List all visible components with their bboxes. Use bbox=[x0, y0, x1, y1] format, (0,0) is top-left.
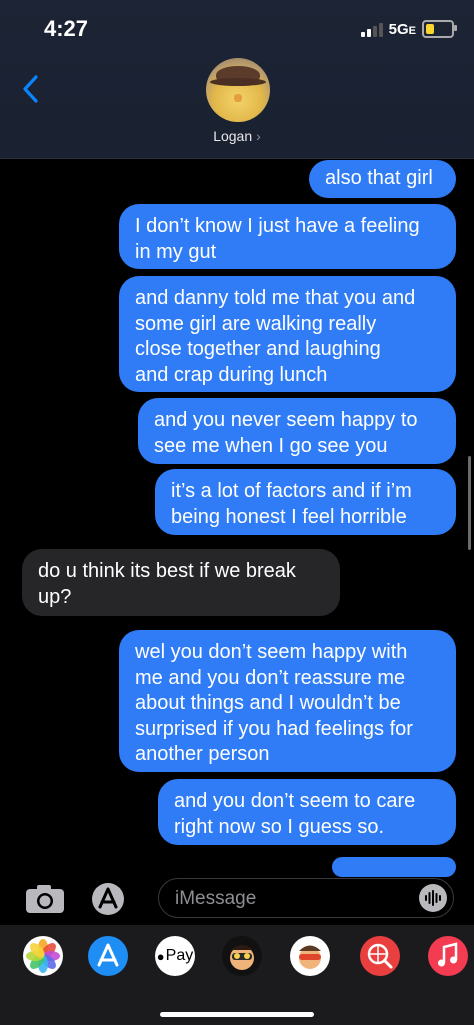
home-indicator[interactable] bbox=[160, 1012, 314, 1017]
contact-name-button[interactable]: Logan › bbox=[0, 128, 474, 144]
message-bubble-received[interactable]: do u think its best if we break up? bbox=[22, 549, 340, 616]
audio-waveform-icon[interactable] bbox=[419, 884, 447, 912]
app-store-apps-icon[interactable] bbox=[91, 882, 125, 916]
imessage-input[interactable]: iMessage bbox=[158, 878, 454, 918]
back-chevron-icon[interactable] bbox=[20, 74, 40, 109]
message-bubble-sent[interactable]: also that girl bbox=[309, 160, 456, 198]
memoji-icon[interactable] bbox=[222, 936, 262, 976]
app-store-icon[interactable] bbox=[88, 936, 128, 976]
conversation-header: 4:27 5GE Logan › bbox=[0, 0, 474, 159]
message-bubble-sent[interactable]: it’s a lot of factors and if i’m being h… bbox=[155, 469, 456, 535]
imessage-placeholder: iMessage bbox=[175, 888, 257, 909]
message-bubble-sent[interactable]: and you never seem happy to see me when … bbox=[138, 398, 456, 464]
status-time: 4:27 bbox=[44, 16, 89, 41]
signal-icon bbox=[360, 21, 383, 37]
apple-pay-label: Pay bbox=[165, 947, 194, 964]
status-indicators: 5GE bbox=[360, 20, 457, 38]
camera-icon[interactable] bbox=[25, 884, 65, 914]
contact-avatar[interactable] bbox=[206, 58, 270, 122]
message-bubble-sent[interactable]: and danny told me that you and some girl… bbox=[119, 276, 456, 392]
music-icon[interactable] bbox=[428, 936, 468, 976]
message-bubble-sent[interactable]: wel you don’t seem happy with me and you… bbox=[119, 630, 456, 772]
message-bubble-partial bbox=[332, 857, 456, 877]
message-bubble-sent[interactable]: I don’t know I just have a feeling in my… bbox=[119, 204, 456, 269]
photos-icon[interactable] bbox=[23, 936, 63, 976]
memoji-icon[interactable] bbox=[290, 936, 330, 976]
battery-icon bbox=[422, 20, 457, 38]
apple-pay-icon[interactable]: ● Pay bbox=[155, 936, 195, 976]
search-globe-icon[interactable] bbox=[360, 936, 400, 976]
chevron-right-icon: › bbox=[256, 128, 261, 144]
contact-name: Logan bbox=[213, 128, 253, 144]
message-bubble-sent[interactable]: and you don’t seem to care right now so … bbox=[158, 779, 456, 845]
network-label: 5GE bbox=[388, 20, 416, 38]
scrollbar[interactable] bbox=[468, 456, 471, 550]
